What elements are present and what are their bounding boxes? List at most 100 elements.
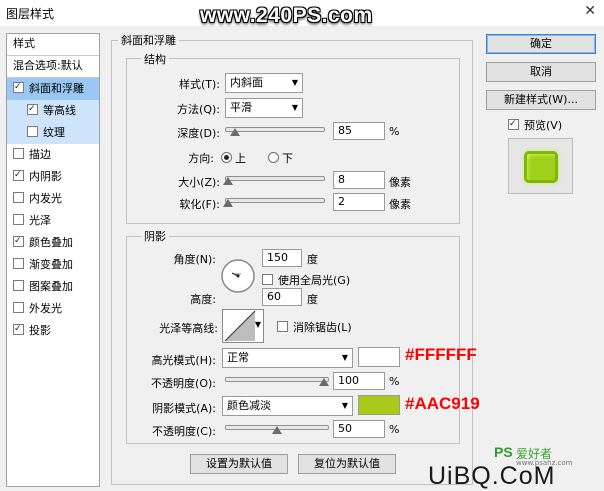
inner-shadow-checkbox[interactable] (13, 170, 24, 181)
depth-slider[interactable] (225, 127, 325, 132)
checkbox-icon (262, 274, 273, 285)
make-default-button[interactable]: 设置为默认值 (190, 454, 288, 474)
soften-unit: 像素 (389, 198, 411, 211)
shadow-color-swatch[interactable] (358, 395, 400, 415)
chevron-down-icon: ▼ (341, 401, 348, 410)
texture-checkbox[interactable] (27, 126, 38, 137)
highlight-opacity-input[interactable]: 100 (333, 372, 385, 390)
outer-glow-checkbox[interactable] (13, 302, 24, 313)
depth-unit: % (389, 125, 400, 138)
direction-down-label: 下 (282, 152, 293, 165)
gradient-overlay-checkbox[interactable] (13, 258, 24, 269)
watermark-text: www.240PS.com (200, 4, 373, 27)
style-item-stroke[interactable]: 描边 (7, 144, 99, 166)
style-item-drop-shadow[interactable]: 投影 (7, 320, 99, 342)
soften-slider-thumb[interactable] (223, 199, 233, 207)
angle-label: 角度(N): (173, 253, 216, 266)
checkbox-icon (508, 119, 519, 130)
watermark-site: UiBQ.CoM (428, 462, 556, 490)
inner-glow-checkbox[interactable] (13, 192, 24, 203)
size-slider[interactable] (225, 176, 325, 181)
technique-label: 方法(Q): (177, 103, 220, 116)
shadow-opacity-input[interactable]: 50 (333, 420, 385, 438)
preview-swatch (524, 151, 558, 183)
shadow-opacity-slider-thumb[interactable] (272, 426, 282, 434)
style-item-gradient-overlay[interactable]: 渐变叠加 (7, 254, 99, 276)
highlight-opacity-unit: % (389, 375, 400, 388)
size-unit: 像素 (389, 176, 411, 189)
color-overlay-checkbox[interactable] (13, 236, 24, 247)
altitude-input[interactable]: 60 (262, 288, 302, 306)
soften-label: 软化(F): (179, 198, 220, 211)
highlight-color-swatch[interactable] (358, 347, 400, 367)
reset-default-button[interactable]: 复位为默认值 (298, 454, 396, 474)
direction-down-radio[interactable]: 下 (268, 150, 293, 166)
shadow-mode-select[interactable]: 颜色减淡 ▼ (222, 396, 353, 416)
highlight-opacity-slider-thumb[interactable] (318, 378, 329, 386)
style-item-outer-glow[interactable]: 外发光 (7, 298, 99, 320)
style-item-bevel[interactable]: 斜面和浮雕 (7, 78, 99, 100)
style-item-label: 纹理 (43, 126, 65, 139)
chevron-down-icon: ▼ (291, 103, 298, 112)
angle-input[interactable]: 150 (262, 249, 302, 267)
depth-label: 深度(D): (177, 127, 220, 140)
soften-input[interactable]: 2 (333, 193, 385, 211)
highlight-color-annotation: #FFFFFF (405, 345, 477, 364)
direction-up-label: 上 (235, 152, 246, 165)
close-icon[interactable]: ✕ (584, 3, 596, 19)
blend-options-item[interactable]: 混合选项:默认 (7, 56, 99, 78)
highlight-opacity-slider[interactable] (225, 377, 329, 382)
shadow-mode-label: 阴影模式(A): (152, 402, 216, 415)
stroke-checkbox[interactable] (13, 148, 24, 159)
gloss-contour-label: 光泽等高线: (159, 322, 218, 335)
shadow-opacity-label: 不透明度(C): (152, 425, 216, 438)
gloss-contour-picker[interactable]: ▼ (222, 309, 264, 343)
global-light-label: 使用全局光(G) (278, 274, 351, 287)
style-select-value: 内斜面 (230, 76, 263, 89)
angle-dial[interactable] (220, 258, 256, 294)
antialias-label: 消除锯齿(L) (293, 321, 352, 334)
global-light-checkbox[interactable]: 使用全局光(G) (262, 272, 350, 288)
style-list-header[interactable]: 样式 (7, 34, 99, 56)
depth-slider-thumb[interactable] (230, 128, 240, 136)
style-item-inner-shadow[interactable]: 内阴影 (7, 166, 99, 188)
style-item-label: 内阴影 (29, 170, 62, 183)
style-preview-thumbnail (508, 138, 573, 194)
direction-up-radio[interactable]: 上 (221, 150, 246, 166)
style-item-texture[interactable]: 纹理 (7, 122, 99, 144)
direction-label: 方向: (188, 152, 214, 165)
style-item-contour[interactable]: 等高线 (7, 100, 99, 122)
cancel-button[interactable]: 取消 (486, 62, 596, 82)
antialias-checkbox[interactable]: 消除锯齿(L) (277, 319, 352, 335)
shadow-mode-value: 颜色减淡 (227, 399, 271, 412)
style-item-satin[interactable]: 光泽 (7, 210, 99, 232)
new-style-button[interactable]: 新建样式(W)... (486, 90, 596, 110)
style-select[interactable]: 内斜面 ▼ (225, 73, 303, 93)
drop-shadow-checkbox[interactable] (13, 324, 24, 335)
size-input[interactable]: 8 (333, 171, 385, 189)
window-title: 图层样式 (6, 7, 55, 21)
style-label: 样式(T): (178, 78, 220, 91)
ok-button[interactable]: 确定 (486, 34, 596, 54)
highlight-mode-select[interactable]: 正常 ▼ (222, 348, 353, 368)
style-item-color-overlay[interactable]: 颜色叠加 (7, 232, 99, 254)
bevel-checkbox[interactable] (13, 82, 24, 93)
depth-input[interactable]: 85 (333, 122, 385, 140)
size-slider-thumb[interactable] (223, 177, 233, 185)
technique-select[interactable]: 平滑 ▼ (225, 98, 303, 118)
preview-label: 预览(V) (524, 119, 563, 132)
soften-slider[interactable] (225, 198, 325, 203)
size-label: 大小(Z): (178, 176, 220, 189)
satin-checkbox[interactable] (13, 214, 24, 225)
style-item-pattern-overlay[interactable]: 图案叠加 (7, 276, 99, 298)
contour-checkbox[interactable] (27, 104, 38, 115)
chevron-down-icon[interactable]: ▼ (255, 320, 261, 329)
pattern-overlay-checkbox[interactable] (13, 280, 24, 291)
style-item-label: 等高线 (43, 104, 76, 117)
style-list: 样式 混合选项:默认 斜面和浮雕 等高线 纹理 描边 内阴影 内发光 光泽 颜色… (6, 33, 100, 487)
chevron-down-icon: ▼ (291, 78, 298, 87)
preview-checkbox[interactable]: 预览(V) (508, 117, 562, 133)
checkbox-icon (277, 321, 288, 332)
style-item-label: 渐变叠加 (29, 258, 73, 271)
style-item-inner-glow[interactable]: 内发光 (7, 188, 99, 210)
